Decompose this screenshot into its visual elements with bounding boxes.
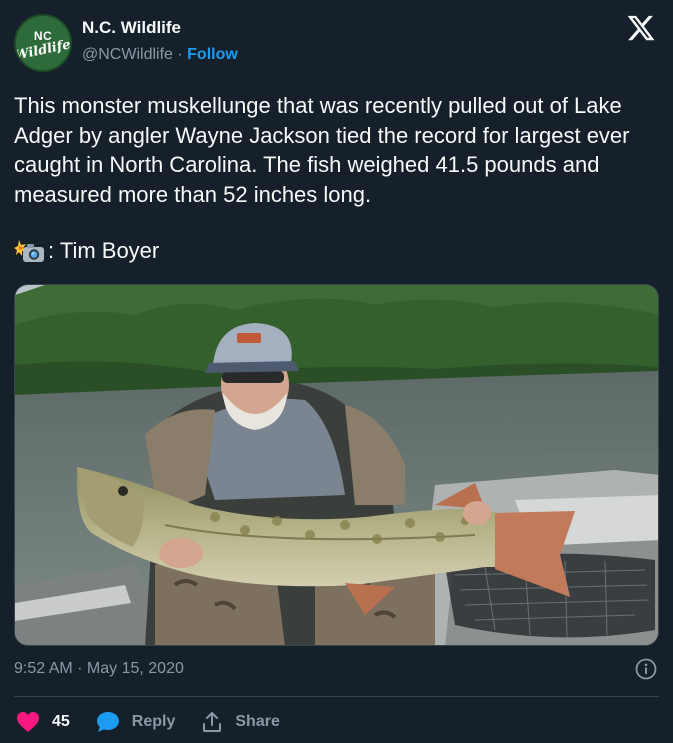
tweet-timestamp[interactable]: 9:52 AM · May 15, 2020 [14, 660, 184, 678]
reply-button[interactable]: Reply [96, 711, 176, 733]
reply-bubble-icon [96, 712, 119, 732]
reply-label: Reply [131, 713, 176, 730]
avatar-logo-text: NC [33, 28, 53, 43]
follow-button[interactable]: Follow [187, 46, 238, 63]
like-count: 45 [52, 713, 70, 730]
heart-icon [17, 712, 39, 732]
camera-flash-icon [14, 240, 44, 262]
x-logo-icon[interactable] [625, 13, 657, 43]
account-name[interactable]: N.C. Wildlife [82, 18, 181, 38]
share-icon [203, 712, 222, 732]
divider [14, 696, 659, 697]
like-button[interactable]: 45 [16, 711, 70, 733]
tweet-text: This monster muskellunge that was recent… [14, 93, 630, 207]
handle-line: @NCWildlife · Follow [82, 46, 238, 64]
share-label: Share [235, 713, 280, 730]
tweet-actions: 45 Reply Share [16, 707, 306, 737]
share-button[interactable]: Share [201, 711, 280, 733]
photo-credit: : Tim Boyer [14, 238, 159, 264]
info-icon[interactable] [635, 658, 657, 680]
tweet-photo[interactable] [14, 284, 659, 646]
account-handle[interactable]: @NCWildlife [82, 46, 173, 63]
photo-of-angler-with-muskellunge [15, 285, 658, 645]
photo-credit-text: : Tim Boyer [48, 238, 160, 263]
account-avatar[interactable]: NC Wildlife [14, 14, 72, 72]
handle-separator: · [172, 46, 188, 63]
